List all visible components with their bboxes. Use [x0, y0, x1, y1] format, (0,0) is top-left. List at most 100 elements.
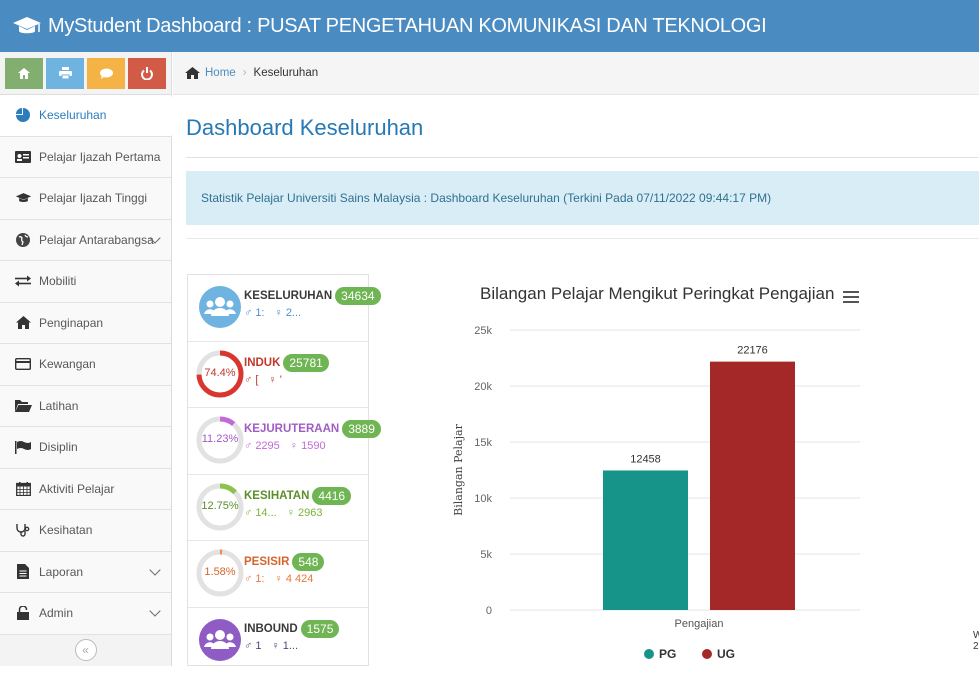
lock-icon: [14, 606, 32, 620]
y-axis-label: Bilangan Pelajar: [452, 423, 465, 515]
stat-keseluruhan[interactable]: KESELURUHAN 34634 ♂ 1: ♀ 2...: [188, 275, 368, 342]
home-icon: [18, 68, 30, 79]
stat-kesihatan[interactable]: 12.75% KESIHATAN 4416 ♂ 14... ♀ 2963: [188, 475, 368, 542]
sidebar-item-pelajar-ijazah-pertama[interactable]: Pelajar Ijazah Pertama: [0, 137, 171, 179]
y-tick-label: 20k: [474, 381, 492, 393]
stat-kejuruteraan[interactable]: 11.23% KEJURUTERAAN 3889 ♂ 2295 ♀ 1590: [188, 408, 368, 475]
sidebar-item-label: Latihan: [39, 399, 78, 413]
y-tick-label: 15k: [474, 437, 492, 449]
data-label: 12458: [630, 453, 661, 465]
legend-marker: [702, 649, 712, 659]
sidebar-item-kewangan[interactable]: Kewangan: [0, 344, 171, 386]
stat-count-badge: 548: [292, 553, 324, 571]
graduation-cap-icon: [14, 191, 32, 205]
stat-breakdown: ♂ 1: ♀ 2...: [244, 307, 301, 319]
female-count-value: 2963: [298, 507, 322, 519]
sidebar-item-label: Kewangan: [39, 357, 96, 371]
stat-percent: 11.23%: [188, 433, 252, 445]
stat-label: KEJURUTERAAN 3889: [244, 420, 381, 438]
breadcrumb-separator-icon: ›: [243, 67, 247, 79]
sidebar-item-mobiliti[interactable]: Mobiliti: [0, 261, 171, 303]
stat-induk[interactable]: 74.4% INDUK 25781 ♂ [ ♀ ': [188, 342, 368, 409]
sidebar-item-label: Pelajar Antarabangsa: [39, 233, 154, 247]
stat-pesisir[interactable]: 1.58% PESISIR 548 ♂ 1: ♀ 4 424: [188, 541, 368, 608]
stat-breakdown: ♂ 1 ♀ 1...: [244, 640, 298, 652]
male-count-value: 1: [255, 640, 261, 652]
y-tick-label: 10k: [474, 493, 492, 505]
page-title: Dashboard Keseluruhan: [186, 115, 423, 141]
stat-breakdown: ♂ 1: ♀ 4 424: [244, 573, 313, 585]
female-count: ♀ 2...: [275, 307, 302, 319]
stats-panel: KESELURUHAN 34634 ♂ 1: ♀ 2... 74.4% INDU…: [187, 274, 369, 666]
breadcrumb-home-link[interactable]: Home: [185, 67, 236, 79]
hamburger-menu-icon[interactable]: [843, 291, 859, 303]
sidebar-collapse-button[interactable]: «: [75, 639, 97, 661]
sidebar-item-label: Pelajar Ijazah Tinggi: [39, 191, 147, 205]
female-count-value: ': [280, 374, 282, 386]
stat-count-badge: 25781: [283, 354, 328, 372]
sidebar-item-label: Keseluruhan: [39, 108, 106, 122]
female-count: ♀ 4 424: [275, 573, 314, 585]
stethoscope-icon: [14, 523, 32, 537]
power-icon: [141, 67, 153, 80]
legend-label: PG: [659, 647, 676, 661]
folder-open-icon: [14, 399, 32, 413]
sidebar-item-admin[interactable]: Admin: [0, 593, 171, 635]
stat-label: INDUK 25781: [244, 354, 329, 372]
credit-card-icon: [14, 357, 32, 371]
male-count-value: 2295: [255, 440, 279, 452]
logout-shortcut-button[interactable]: [128, 58, 166, 89]
print-shortcut-button[interactable]: [46, 58, 84, 89]
sidebar-item-laporan[interactable]: Laporan: [0, 552, 171, 594]
sidebar-item-pelajar-antarabangsa[interactable]: Pelajar Antarabangsa: [0, 220, 171, 262]
female-count: ♀ ': [268, 374, 281, 386]
pie-chart-icon: [14, 108, 32, 122]
app-title: MyStudent Dashboard : PUSAT PENGETAHUAN …: [48, 15, 766, 38]
y-tick-label: 5k: [480, 549, 492, 561]
stat-name: KEJURUTERAAN: [244, 423, 339, 435]
graduation-cap-icon: [12, 15, 42, 37]
stat-breakdown: ♂ 2295 ♀ 1590: [244, 440, 326, 452]
sidebar-item-label: Pelajar Ijazah Pertama: [39, 150, 160, 164]
sidebar-item-label: Laporan: [39, 565, 83, 579]
sidebar-item-aktiviti-pelajar[interactable]: Aktiviti Pelajar: [0, 469, 171, 511]
id-card-icon: [14, 150, 32, 164]
stat-breakdown: ♂ [ ♀ ': [244, 374, 282, 386]
male-count-value: [: [255, 374, 258, 386]
people-group-icon: [196, 616, 244, 664]
stat-breakdown: ♂ 14... ♀ 2963: [244, 507, 323, 519]
sidebar-item-penginapan[interactable]: Penginapan: [0, 303, 171, 345]
chevron-down-icon: [149, 564, 160, 575]
exchange-icon: [14, 274, 32, 288]
sidebar: Keseluruhan Pelajar Ijazah Pertama Pelaj…: [0, 52, 172, 666]
chat-shortcut-button[interactable]: [87, 58, 125, 89]
breadcrumb: Home › Keseluruhan: [173, 52, 979, 95]
stat-percent: 1.58%: [188, 566, 252, 578]
female-count-value: 1...: [283, 640, 298, 652]
bar-pg: [603, 470, 688, 610]
data-label: 22176: [737, 345, 768, 357]
sidebar-item-disiplin[interactable]: Disiplin: [0, 427, 171, 469]
stat-name: PESISIR: [244, 556, 289, 568]
home-icon: [14, 316, 32, 330]
info-alert: Statistik Pelajar Universiti Sains Malay…: [186, 171, 979, 225]
stat-count-badge: 34634: [335, 287, 380, 305]
flag-icon: [14, 440, 32, 454]
male-count: ♂ [: [244, 374, 258, 386]
cutoff-line: 2: [973, 641, 979, 652]
divider: [186, 238, 979, 239]
home-shortcut-button[interactable]: [5, 58, 43, 89]
sidebar-item-keseluruhan[interactable]: Keseluruhan: [0, 95, 171, 137]
male-count-value: 1:: [255, 307, 264, 319]
stat-name: INBOUND: [244, 623, 298, 635]
stat-inbound[interactable]: INBOUND 1575 ♂ 1 ♀ 1...: [188, 608, 368, 674]
stat-name: KESIHATAN: [244, 490, 309, 502]
chevron-down-icon: [149, 605, 160, 616]
cutoff-text: W 2: [973, 630, 979, 652]
sidebar-item-kesihatan[interactable]: Kesihatan: [0, 510, 171, 552]
male-count-value: 14...: [255, 507, 276, 519]
sidebar-item-latihan[interactable]: Latihan: [0, 386, 171, 428]
female-count-value: 1590: [301, 440, 325, 452]
sidebar-item-label: Kesihatan: [39, 523, 92, 537]
sidebar-item-pelajar-ijazah-tinggi[interactable]: Pelajar Ijazah Tinggi: [0, 178, 171, 220]
